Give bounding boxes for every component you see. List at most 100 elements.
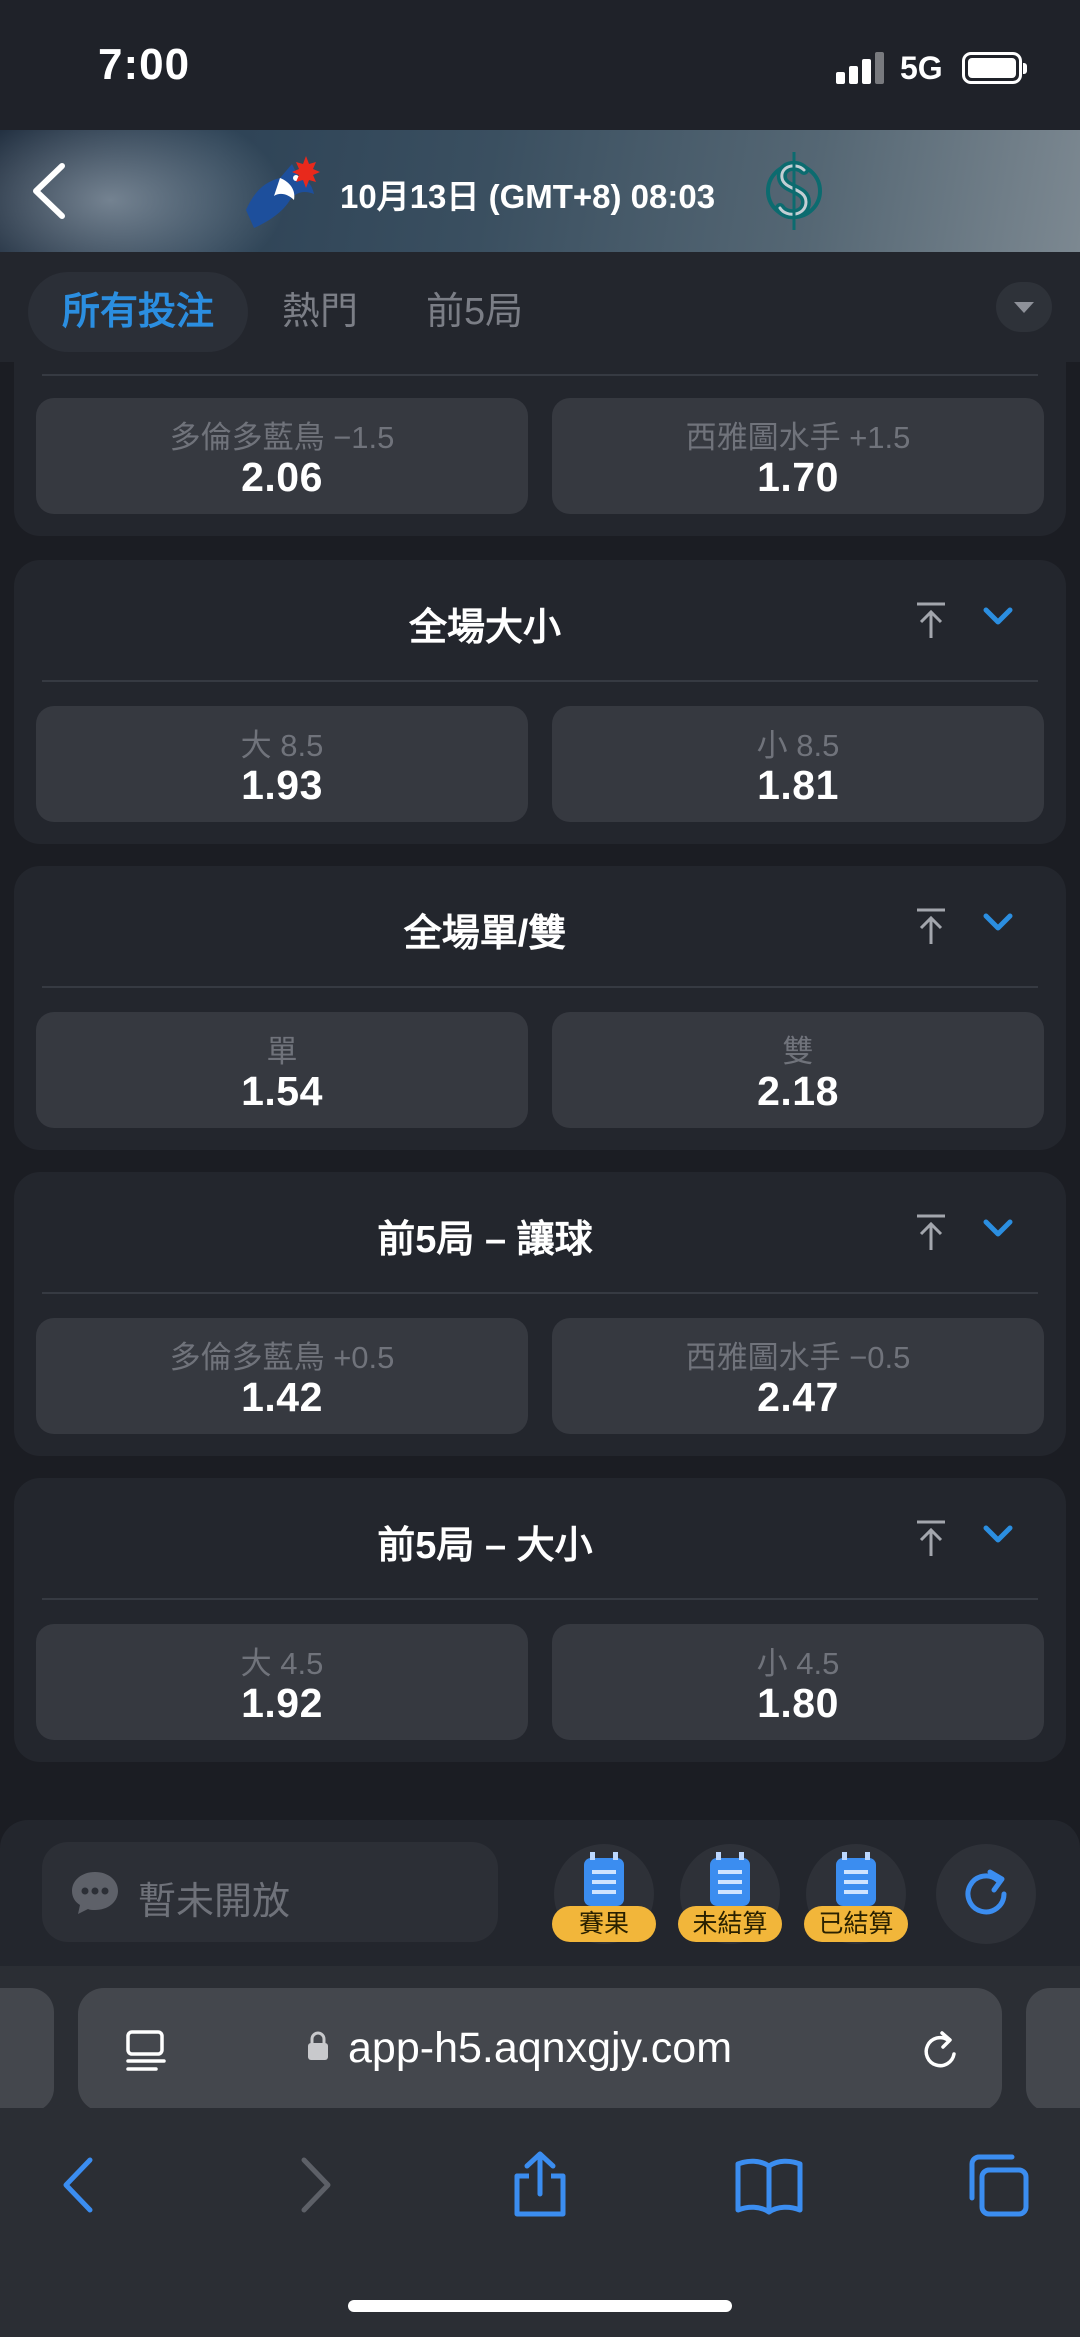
previous-tab-preview[interactable] <box>0 1988 54 2112</box>
odds-value: 1.93 <box>241 762 323 808</box>
odds-label: 西雅圖水手 −0.5 <box>685 1340 911 1375</box>
market-card-first5-handicap: 前5局 – 讓球 多倫多藍鳥 +0.5 1.42 西雅圖水手 −0.5 2.47 <box>14 1172 1066 1456</box>
divider <box>42 986 1038 988</box>
chevron-down-icon[interactable] <box>982 1522 1014 1546</box>
odds-button[interactable]: 多倫多藍鳥 +0.5 1.42 <box>36 1318 528 1434</box>
tab-first-5-innings[interactable]: 前5局 <box>426 272 523 352</box>
forward-icon[interactable] <box>278 2150 348 2220</box>
odds-button[interactable]: 大 4.5 1.92 <box>36 1624 528 1740</box>
market-title: 全場大小 <box>408 607 561 649</box>
tab-all-bets[interactable]: 所有投注 <box>28 272 248 352</box>
odds-value: 1.42 <box>241 1374 323 1420</box>
unsettled-label: 未結算 <box>678 1906 782 1942</box>
odds-button[interactable]: 多倫多藍鳥 −1.5 2.06 <box>36 398 528 514</box>
odds-label: 單 <box>266 1034 298 1069</box>
market-card-total: 全場大小 大 8.5 1.93 小 8.5 1.81 <box>14 560 1066 844</box>
market-header[interactable]: 全場單/雙 <box>14 866 1066 988</box>
signal-icon <box>836 52 886 84</box>
tab-hot[interactable]: 熱門 <box>282 272 358 352</box>
mariners-logo <box>766 148 822 234</box>
home-indicator <box>348 2300 732 2312</box>
odds-button[interactable]: 西雅圖水手 −0.5 2.47 <box>552 1318 1044 1434</box>
divider <box>42 374 1038 376</box>
market-title: 全場單/雙 <box>403 913 567 955</box>
divider <box>42 680 1038 682</box>
market-title: 前5局 – 大小 <box>377 1525 593 1567</box>
match-datetime: 10月13日 (GMT+8) 08:03 <box>340 178 716 215</box>
market-card-odd-even: 全場單/雙 單 1.54 雙 2.18 <box>14 866 1066 1150</box>
back-icon[interactable] <box>46 2150 116 2220</box>
clipboard-icon <box>710 1858 750 1906</box>
odds-value: 2.06 <box>241 454 323 500</box>
pin-top-icon[interactable] <box>914 600 948 640</box>
network-type: 5G <box>900 50 943 86</box>
match-header: 10月13日 (GMT+8) 08:03 <box>0 130 1080 252</box>
tabs-icon[interactable] <box>962 2150 1032 2220</box>
odds-label: 多倫多藍鳥 −1.5 <box>169 420 395 455</box>
odds-label: 雙 <box>782 1034 814 1069</box>
odds-button[interactable]: 單 1.54 <box>36 1012 528 1128</box>
chevron-down-icon[interactable] <box>982 1216 1014 1240</box>
clipboard-icon <box>584 1858 624 1906</box>
chevron-down-icon[interactable] <box>982 604 1014 628</box>
odds-value: 1.81 <box>757 762 839 808</box>
pin-top-icon[interactable] <box>914 1518 948 1558</box>
odds-button[interactable]: 大 8.5 1.93 <box>36 706 528 822</box>
odds-value: 2.47 <box>757 1374 839 1420</box>
blue-jays-logo <box>240 148 328 234</box>
market-header[interactable]: 前5局 – 大小 <box>14 1478 1066 1600</box>
bottom-action-bar: 暫未開放 賽果 未結算 已結算 <box>0 1820 1080 1966</box>
chevron-down-icon[interactable] <box>982 910 1014 934</box>
pin-top-icon[interactable] <box>914 1212 948 1252</box>
odds-label: 大 4.5 <box>240 1646 324 1681</box>
share-icon[interactable] <box>505 2150 575 2220</box>
pin-top-icon[interactable] <box>914 906 948 946</box>
odds-label: 大 8.5 <box>240 728 324 763</box>
reader-icon[interactable] <box>124 2028 170 2074</box>
refresh-button[interactable] <box>936 1844 1036 1944</box>
tabs-dropdown-button[interactable] <box>996 282 1052 332</box>
market-card-first5-total: 前5局 – 大小 大 4.5 1.92 小 4.5 1.80 <box>14 1478 1066 1762</box>
odds-label: 西雅圖水手 +1.5 <box>685 420 911 455</box>
results-button[interactable]: 賽果 <box>552 1844 656 1944</box>
divider <box>42 1292 1038 1294</box>
odds-value: 1.70 <box>757 454 839 500</box>
odds-label: 小 4.5 <box>756 1646 840 1681</box>
market-card-run-line: 多倫多藍鳥 −1.5 2.06 西雅圖水手 +1.5 1.70 <box>14 352 1066 536</box>
market-tabs: 所有投注 熱門 前5局 <box>0 252 1080 362</box>
url-text: app-h5.aqnxgjy.com <box>348 2024 733 2072</box>
odds-label: 多倫多藍鳥 +0.5 <box>169 1340 395 1375</box>
refresh-icon <box>965 1869 1007 1915</box>
odds-value: 2.18 <box>757 1068 839 1114</box>
market-title: 前5局 – 讓球 <box>377 1219 593 1261</box>
odds-button[interactable]: 小 4.5 1.80 <box>552 1624 1044 1740</box>
bookmarks-icon[interactable] <box>734 2150 804 2220</box>
results-label: 賽果 <box>552 1906 656 1942</box>
unsettled-button[interactable]: 未結算 <box>678 1844 782 1944</box>
divider <box>42 1598 1038 1600</box>
chat-input[interactable]: 暫未開放 <box>42 1842 498 1942</box>
clipboard-icon <box>836 1858 876 1906</box>
reload-icon[interactable] <box>918 2028 964 2074</box>
market-header[interactable]: 全場大小 <box>14 560 1066 682</box>
odds-value: 1.54 <box>241 1068 323 1114</box>
back-icon[interactable] <box>20 156 80 226</box>
odds-label: 小 8.5 <box>756 728 840 763</box>
settled-button[interactable]: 已結算 <box>804 1844 908 1944</box>
odds-value: 1.92 <box>241 1680 323 1726</box>
lock-icon <box>308 2031 328 2060</box>
chat-placeholder: 暫未開放 <box>138 1881 291 1923</box>
odds-button[interactable]: 小 8.5 1.81 <box>552 706 1044 822</box>
battery-icon <box>962 52 1027 84</box>
market-header[interactable]: 前5局 – 讓球 <box>14 1172 1066 1294</box>
next-tab-preview[interactable] <box>1026 1988 1080 2112</box>
address-field[interactable]: app-h5.aqnxgjy.com <box>78 1988 1002 2112</box>
status-time: 7:00 <box>98 40 191 89</box>
browser-address-bar: app-h5.aqnxgjy.com <box>0 1966 1080 2112</box>
status-bar: 7:00 5G <box>0 0 1080 132</box>
odds-button[interactable]: 雙 2.18 <box>552 1012 1044 1128</box>
odds-value: 1.80 <box>757 1680 839 1726</box>
odds-button[interactable]: 西雅圖水手 +1.5 1.70 <box>552 398 1044 514</box>
settled-label: 已結算 <box>804 1906 908 1942</box>
chat-bubble-icon <box>72 1872 118 1914</box>
